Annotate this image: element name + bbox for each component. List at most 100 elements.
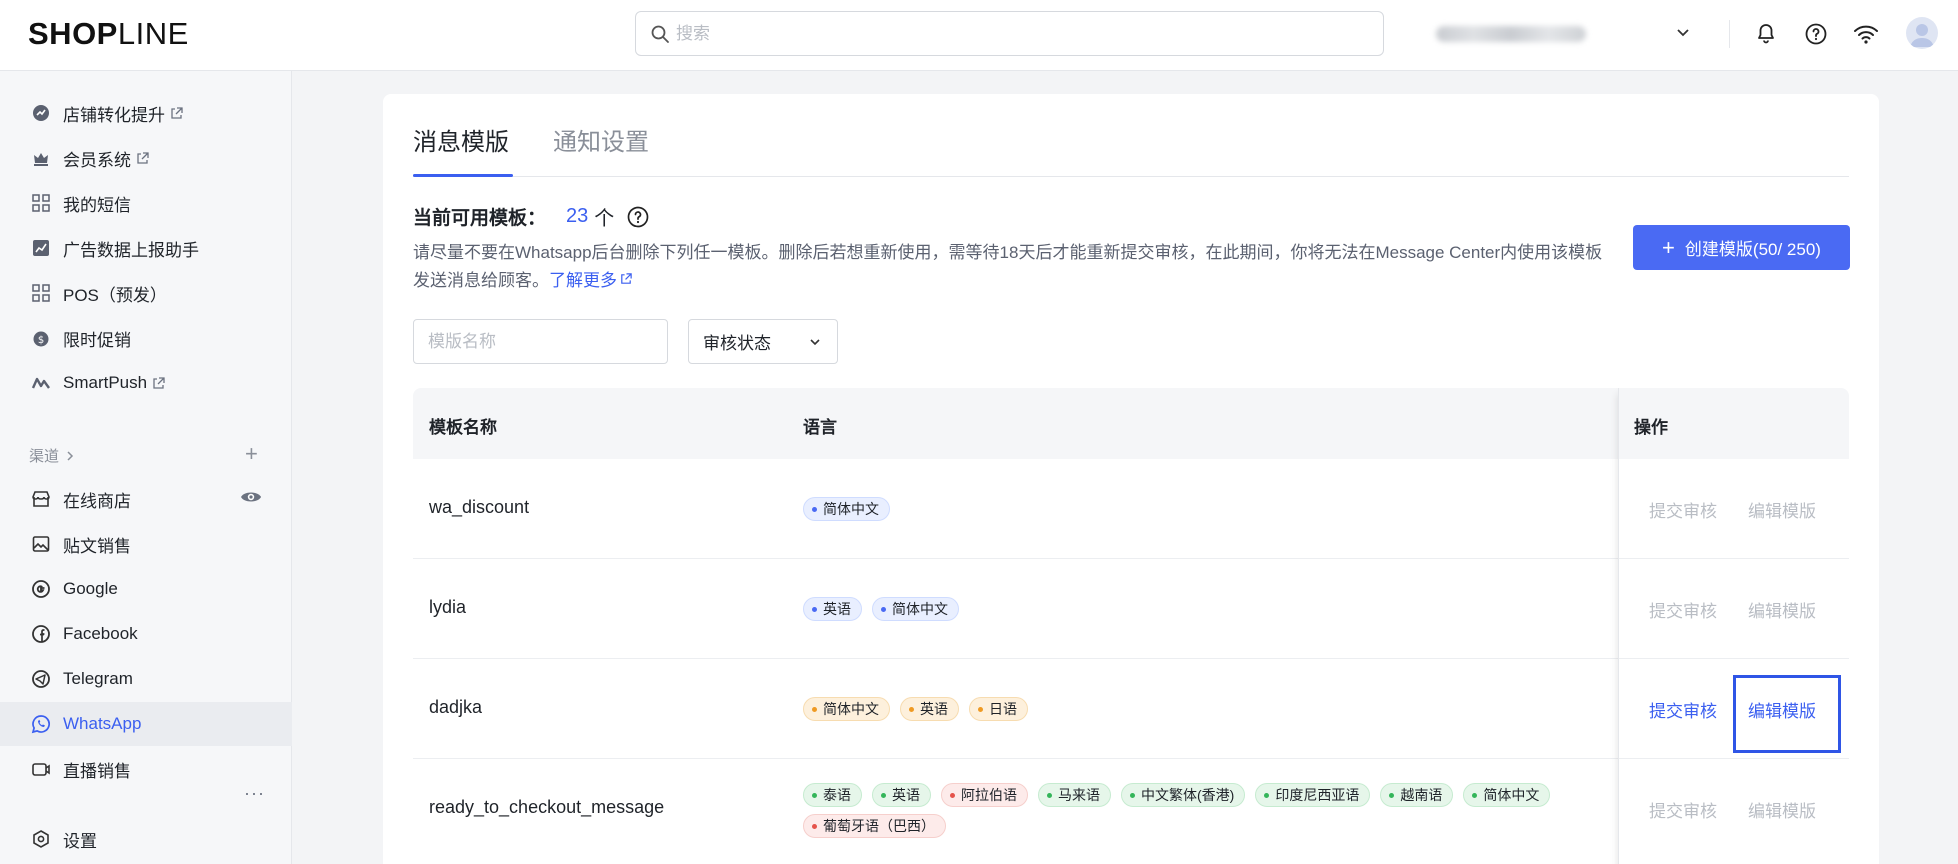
sidebar-item-whatsapp[interactable]: WhatsApp xyxy=(0,702,292,746)
store-icon xyxy=(30,488,52,510)
learn-more-link[interactable]: 了解更多 xyxy=(549,271,633,290)
sidebar-item-label: 店铺转化提升 xyxy=(63,105,165,125)
search-input[interactable] xyxy=(676,12,1366,55)
template-name: wa_discount xyxy=(429,497,530,517)
sidebar-item-live-sales[interactable]: 直播销售 xyxy=(0,747,292,791)
help-icon[interactable] xyxy=(626,205,650,229)
channels-section-label[interactable]: 渠道 xyxy=(29,445,77,466)
language-tags: 泰语 英语 阿拉伯语 马来语 中文繁体(香港) 印度尼西亚语 越南语 简体中文 … xyxy=(803,783,1603,838)
language-tag: 葡萄牙语（巴西） xyxy=(803,814,946,838)
sidebar-item-post-sales[interactable]: 贴文销售 xyxy=(0,522,292,566)
count-label: 当前可用模板： xyxy=(413,208,547,229)
apps-icon xyxy=(30,282,52,304)
sidebar-item-label: POS（预发） xyxy=(63,285,167,305)
sidebar: 店铺转化提升 会员系统 我的短信 广告数据上报助手 POS（预发） $ 限时促销… xyxy=(0,71,292,864)
chart-boost-icon xyxy=(30,102,52,124)
settings-icon xyxy=(30,828,52,850)
language-tags: 英语 简体中文 xyxy=(803,597,1603,621)
sidebar-item-label: WhatsApp xyxy=(63,714,142,733)
tab-message-templates[interactable]: 消息模版 xyxy=(413,122,509,157)
language-tag: 英语 xyxy=(900,697,959,721)
language-tag: 泰语 xyxy=(803,783,862,807)
sidebar-item-pos[interactable]: POS（预发） xyxy=(0,271,292,315)
language-tag: 印度尼西亚语 xyxy=(1255,783,1371,807)
submit-review-button[interactable]: 提交审核 xyxy=(1649,797,1717,822)
sidebar-item-label: 限时促销 xyxy=(63,330,131,350)
sidebar-item-flash-sale[interactable]: $ 限时促销 xyxy=(0,316,292,360)
shopline-logo[interactable]: SHOPLINE xyxy=(28,16,189,52)
chevron-down-icon xyxy=(1677,29,1689,37)
language-tags: 简体中文 xyxy=(803,497,1603,521)
live-icon xyxy=(30,758,52,780)
sidebar-item-label: 我的短信 xyxy=(63,195,131,215)
language-tag: 简体中文 xyxy=(1463,783,1551,807)
sidebar-item-smartpush[interactable]: SmartPush xyxy=(0,361,292,405)
edit-template-button[interactable]: 编辑模版 xyxy=(1748,797,1816,822)
search-icon xyxy=(651,25,669,43)
header-template-name: 模板名称 xyxy=(429,418,497,437)
review-status-label: 审核状态 xyxy=(703,334,771,353)
chevron-right-icon xyxy=(67,450,74,461)
create-template-label: 创建模版(50/ 250) xyxy=(1684,240,1821,259)
global-search[interactable] xyxy=(635,11,1384,56)
sidebar-item-label: Telegram xyxy=(63,669,133,688)
submit-review-button[interactable]: 提交审核 xyxy=(1649,597,1717,622)
review-status-select[interactable]: 审核状态 xyxy=(688,319,838,364)
whatsapp-icon xyxy=(30,713,52,735)
plus-icon: + xyxy=(1662,234,1675,260)
sidebar-item-google[interactable]: Google xyxy=(0,567,292,611)
wifi-icon[interactable] xyxy=(1852,20,1880,48)
external-link-icon xyxy=(151,376,166,391)
chevron-down-icon xyxy=(810,338,820,345)
store-switcher[interactable] xyxy=(1436,20,1689,48)
actions-column: 提交审核 编辑模版 提交审核 编辑模版 提交审核 编辑模版 提交审核 编辑模版 xyxy=(1618,388,1849,864)
sidebar-item-sms[interactable]: 我的短信 xyxy=(0,181,292,225)
sidebar-item-membership[interactable]: 会员系统 xyxy=(0,136,292,180)
chart-icon xyxy=(30,237,52,259)
create-template-button[interactable]: + 创建模版(50/ 250) xyxy=(1633,225,1850,270)
language-tag: 简体中文 xyxy=(803,497,890,521)
language-tag: 英语 xyxy=(803,597,862,621)
sidebar-item-telegram[interactable]: Telegram xyxy=(0,657,292,701)
user-avatar[interactable] xyxy=(1906,17,1938,49)
header-language: 语言 xyxy=(803,418,837,437)
sidebar-item-label: 会员系统 xyxy=(63,150,131,170)
sidebar-item-label: 设置 xyxy=(63,831,97,851)
help-icon[interactable] xyxy=(1802,20,1830,48)
template-deletion-notice: 请尽量不要在Whatsapp后台删除下列任一模板。删除后若想重新使用，需等待18… xyxy=(413,239,1603,295)
edit-template-button[interactable]: 编辑模版 xyxy=(1748,697,1816,722)
eye-icon[interactable] xyxy=(240,489,262,510)
store-name-blurred xyxy=(1436,26,1586,42)
available-template-count: 当前可用模板： 23 个 xyxy=(413,202,650,231)
submit-review-button[interactable]: 提交审核 xyxy=(1649,697,1717,722)
language-tag: 阿拉伯语 xyxy=(941,783,1028,807)
template-name-filter[interactable] xyxy=(413,319,668,364)
tab-bar: 消息模版 通知设置 xyxy=(413,94,1849,177)
language-tag: 日语 xyxy=(969,697,1028,721)
edit-template-button[interactable]: 编辑模版 xyxy=(1748,597,1816,622)
apps-icon xyxy=(30,192,52,214)
top-bar: SHOPLINE xyxy=(0,0,1958,71)
sidebar-item-ad-report[interactable]: 广告数据上报助手 xyxy=(0,226,292,270)
main-card: 消息模版 通知设置 当前可用模板： 23 个 请尽量不要在Whatsapp后台删… xyxy=(383,94,1879,864)
template-name: ready_to_checkout_message xyxy=(429,797,665,817)
telegram-icon xyxy=(30,668,52,690)
language-tag: 简体中文 xyxy=(803,697,890,721)
active-tab-indicator xyxy=(413,174,513,177)
tab-notification-settings[interactable]: 通知设置 xyxy=(553,122,649,157)
external-link-icon xyxy=(135,151,150,166)
add-channel-icon[interactable]: + xyxy=(245,443,258,465)
bell-icon[interactable] xyxy=(1752,20,1780,48)
sidebar-item-facebook[interactable]: Facebook xyxy=(0,612,292,656)
count-value: 23 xyxy=(566,205,589,227)
sidebar-item-label: 广告数据上报助手 xyxy=(63,240,199,260)
language-tags: 简体中文 英语 日语 xyxy=(803,697,1603,721)
topbar-divider xyxy=(1729,20,1730,48)
sidebar-item-settings[interactable]: 设置 xyxy=(0,817,292,861)
edit-template-button[interactable]: 编辑模版 xyxy=(1748,497,1816,522)
google-icon xyxy=(30,578,52,600)
submit-review-button[interactable]: 提交审核 xyxy=(1649,497,1717,522)
sidebar-item-label: SmartPush xyxy=(63,373,148,392)
sidebar-item-store-conversion[interactable]: 店铺转化提升 xyxy=(0,91,292,135)
language-tag: 中文繁体(香港) xyxy=(1121,783,1246,807)
